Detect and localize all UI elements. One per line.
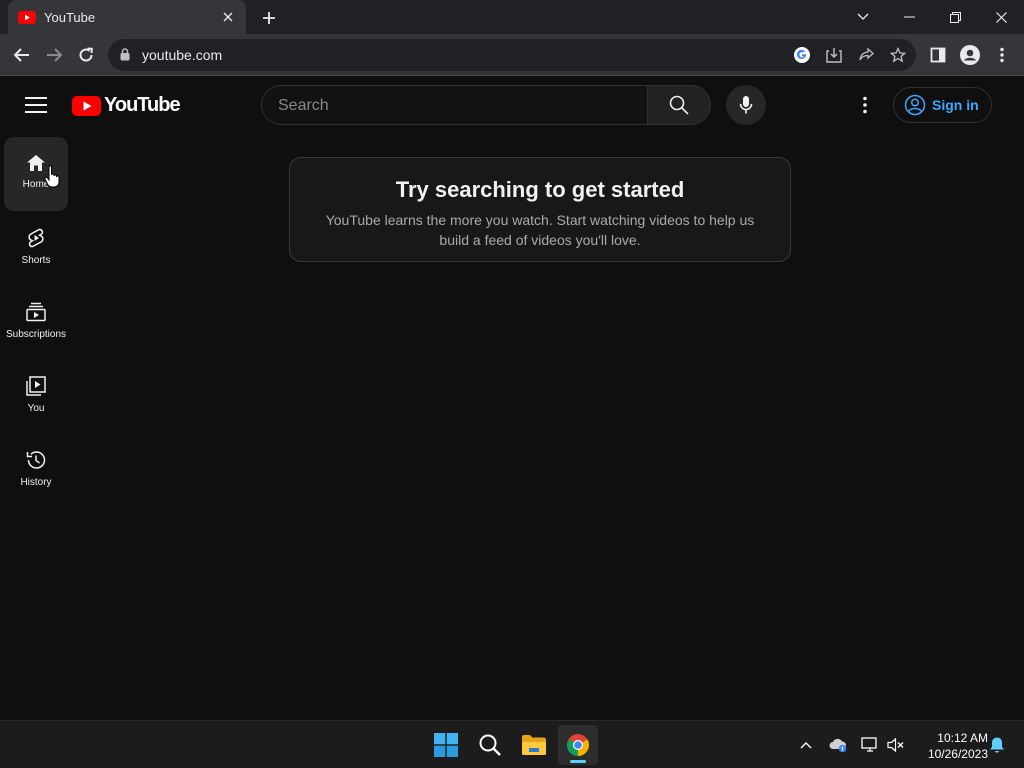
logo-text: YouTube	[104, 94, 181, 116]
forward-button[interactable]	[40, 41, 68, 69]
browser-toolbar: youtube.com	[0, 34, 1024, 76]
sidebar-item-label: Subscriptions	[5, 329, 67, 340]
clock-time: 10:12 AM	[937, 731, 988, 745]
folder-icon	[522, 735, 546, 755]
home-icon	[27, 155, 45, 171]
install-app-icon[interactable]	[823, 44, 845, 66]
account-circle-icon	[904, 94, 926, 116]
browser-tab[interactable]: YouTube	[8, 0, 246, 34]
google-lens-icon[interactable]	[791, 44, 813, 66]
reload-button[interactable]	[72, 41, 100, 69]
browser-tabstrip: YouTube	[0, 0, 1024, 34]
tab-close-icon[interactable]	[220, 9, 236, 25]
share-icon[interactable]	[855, 44, 877, 66]
youtube-header: YouTube Sign in	[0, 77, 1024, 133]
tab-search-chevron-icon[interactable]	[840, 0, 886, 34]
search-button[interactable]	[647, 85, 711, 125]
youtube-favicon-icon	[18, 10, 36, 24]
guide-menu-button[interactable]	[22, 93, 50, 117]
sign-in-label: Sign in	[932, 97, 979, 113]
search-input[interactable]	[278, 95, 638, 117]
prompt-title: Try searching to get started	[395, 177, 685, 202]
sidebar-item-history[interactable]: History	[4, 433, 68, 507]
youtube-logo[interactable]: YouTube	[72, 94, 181, 117]
search-icon	[479, 734, 501, 756]
sidebar-item-you[interactable]: You	[4, 359, 68, 433]
sidebar-item-label: Shorts	[21, 255, 51, 266]
notifications-bell-icon[interactable]	[987, 735, 1007, 755]
browser-menu-icon[interactable]	[988, 41, 1016, 69]
bookmark-star-icon[interactable]	[887, 44, 909, 66]
profile-avatar-icon[interactable]	[956, 41, 984, 69]
onedrive-icon[interactable]	[828, 735, 848, 755]
chrome-icon	[567, 734, 589, 756]
search-prompt-card: Try searching to get started YouTube lea…	[289, 157, 791, 262]
windows-taskbar: 10:12 AM 10/26/2023	[0, 720, 1024, 768]
subscriptions-icon	[26, 302, 46, 322]
hand-cursor-icon	[44, 165, 60, 188]
windows-logo-icon	[434, 733, 458, 757]
youtube-logo-icon	[72, 95, 101, 116]
more-vert-icon	[863, 96, 867, 114]
address-bar[interactable]: youtube.com	[108, 39, 916, 71]
site-info-icon[interactable]	[120, 48, 130, 61]
network-icon[interactable]	[860, 735, 880, 755]
sign-in-button[interactable]: Sign in	[893, 87, 992, 123]
settings-menu-button[interactable]	[853, 93, 877, 117]
back-button[interactable]	[8, 41, 36, 69]
sidebar-item-subscriptions[interactable]: Subscriptions	[4, 285, 68, 359]
taskbar-search-button[interactable]	[470, 725, 510, 765]
volume-muted-icon[interactable]	[886, 735, 906, 755]
url-text[interactable]: youtube.com	[142, 47, 222, 63]
clock-date: 10/26/2023	[927, 747, 988, 761]
start-button[interactable]	[426, 725, 466, 765]
close-window-button[interactable]	[978, 0, 1024, 34]
prompt-text: YouTube learns the more you watch. Start…	[325, 212, 755, 248]
sidebar-item-shorts[interactable]: Shorts	[4, 211, 68, 285]
active-app-indicator	[570, 760, 586, 763]
shorts-icon	[28, 228, 44, 248]
minimize-button[interactable]	[886, 0, 932, 34]
tab-title: YouTube	[44, 9, 96, 25]
you-icon	[26, 376, 46, 396]
side-panel-icon[interactable]	[924, 41, 952, 69]
search-icon	[669, 95, 689, 115]
new-tab-button[interactable]	[258, 7, 280, 29]
microphone-icon	[739, 96, 753, 114]
history-icon	[26, 451, 46, 469]
search-box[interactable]	[261, 85, 649, 125]
sidebar-item-label: You	[27, 403, 45, 414]
sidebar-item-label: History	[20, 477, 52, 488]
file-explorer-button[interactable]	[514, 725, 554, 765]
show-hidden-icons-chevron-icon[interactable]	[796, 735, 816, 755]
voice-search-button[interactable]	[726, 85, 766, 125]
taskbar-clock[interactable]: 10:12 AM 10/26/2023	[912, 730, 988, 762]
restore-button[interactable]	[932, 0, 978, 34]
chrome-taskbar-button[interactable]	[558, 725, 598, 765]
